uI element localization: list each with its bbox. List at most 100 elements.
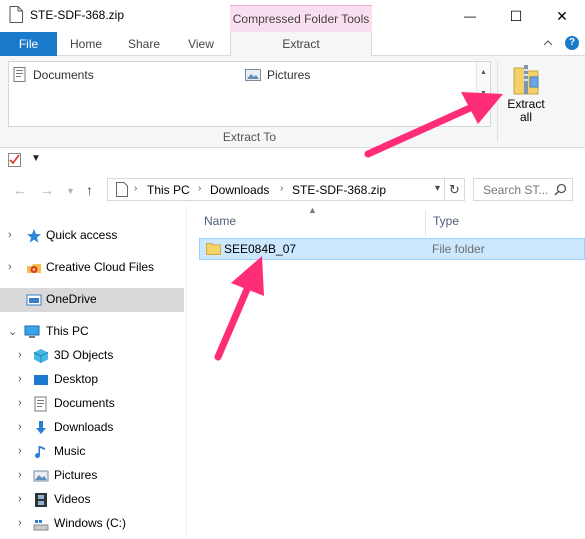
refresh-icon: ↻ [449,182,460,197]
music-note-icon [35,446,45,459]
window-title: STE-SDF-368.zip [30,8,125,22]
tab-home[interactable]: Home [62,32,110,56]
contextual-tab-group-label: Compressed Folder Tools [232,12,370,26]
ribbon-group-label: Extract To [222,130,277,144]
address-row: ← → ▼ ↑ › This PC › Downloads › STE-SDF-… [0,174,585,206]
collapse-ribbon-icon[interactable] [543,39,553,47]
gallery-item-label: Documents [33,68,94,82]
help-icon[interactable]: ? [565,36,579,50]
breadcrumb-separator-icon[interactable]: › [198,183,201,194]
expand-chevron-icon[interactable]: › [18,397,22,409]
expand-chevron-icon[interactable]: › [18,469,22,481]
drive-icon [33,520,49,531]
expand-chevron-icon[interactable]: › [18,349,22,361]
tab-view[interactable]: View [178,32,224,56]
nav-item-label: Creative Cloud Files [46,260,155,274]
file-row-selected[interactable]: SEE084B_07 File folder [199,238,585,260]
nav-item-windows-c[interactable]: › Windows (C:) [0,512,184,536]
gallery-item-pictures[interactable]: Pictures [245,66,310,84]
search-input[interactable]: Search ST... [473,178,573,201]
nav-item-quick-access[interactable]: › Quick access [0,224,184,248]
maximize-icon: ☐ [509,7,523,24]
column-header-name[interactable]: Name [204,206,424,236]
close-button[interactable]: ✕ [539,0,585,32]
breadcrumb-separator-icon[interactable]: › [280,183,283,194]
back-arrow-icon[interactable]: ← [13,182,27,198]
breadcrumb-downloads[interactable]: Downloads [210,183,269,197]
address-bar[interactable]: › This PC › Downloads › STE-SDF-368.zip … [107,178,445,201]
creative-cloud-icon [27,264,41,273]
nav-item-label: Downloads [54,420,114,434]
nav-item-pictures[interactable]: › Pictures [0,464,184,488]
breadcrumb-zip[interactable]: STE-SDF-368.zip [292,183,386,197]
gallery-item-documents[interactable]: Documents [13,66,94,84]
nav-item-downloads[interactable]: › Downloads [0,416,184,440]
nav-item-label: 3D Objects [54,348,114,362]
refresh-button[interactable]: ↻ [445,178,465,201]
nav-item-this-pc[interactable]: ⌄ This PC [0,320,184,344]
expand-chevron-icon[interactable]: › [18,421,22,433]
zip-file-icon [116,182,128,197]
minimize-button[interactable]: — [447,0,493,32]
nav-item-3d-objects[interactable]: › 3D Objects [0,344,184,368]
tab-share[interactable]: Share [120,32,168,56]
search-icon [554,183,567,196]
gallery-expand-icon[interactable]: ▾ [477,104,490,125]
breadcrumb-separator-icon[interactable]: › [134,183,137,194]
documents-icon [34,396,47,412]
document-icon [9,6,23,23]
title-bar: STE-SDF-368.zip Compressed Folder Tools … [0,0,585,33]
tab-extract[interactable]: Extract [230,32,372,57]
nav-item-documents[interactable]: › Documents [0,392,184,416]
up-arrow-icon[interactable]: ↑ [86,182,93,198]
gallery-scrollbar[interactable]: ▲ ▼ ▾ [476,62,490,126]
cube-icon [33,349,49,363]
contextual-tab-group-header: Compressed Folder Tools [230,5,372,33]
gallery-scroll-down-icon[interactable]: ▼ [477,83,490,104]
address-dropdown-icon[interactable]: ▾ [435,183,440,194]
nav-item-label: Windows (C:) [54,516,127,530]
pictures-icon [245,69,261,81]
breadcrumb-this-pc[interactable]: This PC [147,183,190,197]
extract-all-button[interactable]: Extract all [504,61,548,127]
nav-item-videos[interactable]: › Videos [0,488,184,512]
extract-all-label-line2: all [519,110,532,124]
nav-item-label: Music [54,444,86,458]
forward-arrow-icon[interactable]: → [40,182,54,198]
recent-locations-icon[interactable]: ▼ [66,186,75,196]
nav-item-label: Pictures [54,468,98,482]
expand-chevron-icon[interactable]: › [8,229,12,241]
extract-all-label-line1: Extract [507,97,545,111]
nav-item-desktop[interactable]: › Desktop [0,368,184,392]
collapse-chevron-icon[interactable]: ⌄ [8,325,17,338]
nav-item-label: Desktop [54,372,99,386]
properties-icon[interactable] [8,153,22,167]
pictures-icon [33,470,49,482]
column-divider[interactable] [425,210,426,236]
customize-qat-icon[interactable]: ▼ [31,153,41,164]
documents-icon [13,67,26,82]
ribbon-tab-bar: File Home Share View Extract ? [0,32,585,57]
expand-chevron-icon[interactable]: › [18,517,22,529]
expand-chevron-icon[interactable]: › [8,261,12,273]
search-placeholder: Search ST... [483,183,549,197]
nav-item-music[interactable]: › Music [0,440,184,464]
expand-chevron-icon[interactable]: › [18,445,22,457]
ribbon-extract-panel: Documents Pictures ▲ ▼ ▾ Extract To Extr… [0,56,585,148]
desktop-icon [34,375,48,385]
expand-chevron-icon[interactable]: › [18,373,22,385]
extract-to-gallery: Documents Pictures ▲ ▼ ▾ [8,61,491,127]
file-list-pane: ▲ Name Type SEE084B_07 File folder [187,205,585,539]
gallery-scroll-up-icon[interactable]: ▲ [477,62,490,83]
expand-chevron-icon[interactable]: › [18,493,22,505]
maximize-button[interactable]: ☐ [493,0,539,32]
folder-icon [206,243,221,255]
onedrive-icon [26,294,42,306]
film-icon [35,493,47,507]
column-header-type[interactable]: Type [433,206,573,236]
minimize-icon: — [464,9,476,23]
tab-file[interactable]: File [0,32,57,56]
nav-item-onedrive[interactable]: OneDrive [0,288,184,312]
nav-item-label: Quick access [46,228,118,242]
nav-item-creative-cloud[interactable]: › Creative Cloud Files [0,256,184,280]
